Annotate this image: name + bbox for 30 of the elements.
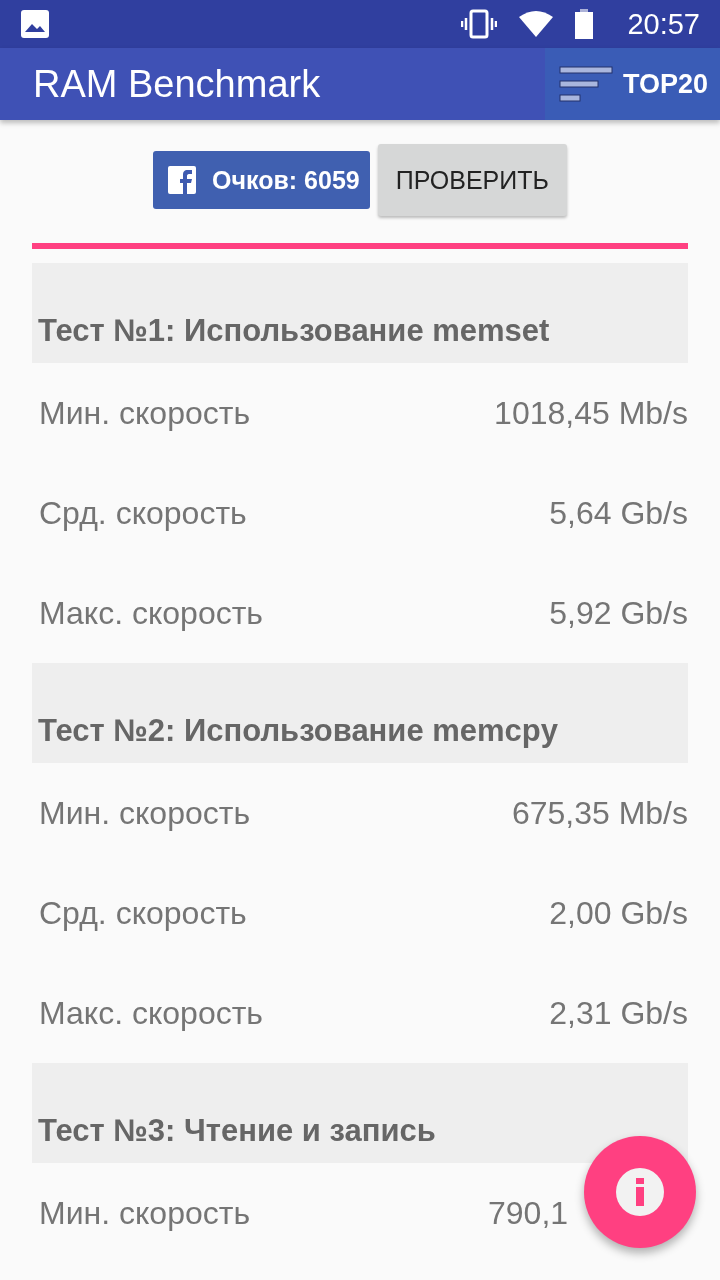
metric-label: Срд. скорость [39, 894, 247, 932]
check-button[interactable]: ПРОВЕРИТЬ [377, 144, 567, 216]
metric-value: 2,31 Gb/s [549, 994, 688, 1032]
info-icon [616, 1168, 664, 1216]
info-button[interactable] [584, 1136, 696, 1248]
bars-icon [559, 66, 613, 102]
metric-label: Макс. скорость [39, 994, 264, 1032]
image-icon [20, 9, 50, 39]
metric-label: Мин. скорость [39, 794, 251, 832]
section-header: Тест №1: Использование memset [32, 263, 688, 363]
section-header: Тест №3: Чтение и запись [32, 1063, 688, 1163]
metric-value: 1018,45 Mb/s [494, 394, 688, 432]
section-header: Тест №2: Использование memcpy [32, 663, 688, 763]
facebook-icon [168, 166, 197, 194]
metric-value: 5,92 Gb/s [549, 594, 688, 632]
metric-value: 675,35 Mb/s [511, 794, 688, 832]
vibrate-icon [461, 9, 498, 39]
metric-label: Макс. скорость [39, 594, 264, 632]
battery-icon [575, 9, 594, 39]
metric-value: 790,1 [488, 1194, 570, 1232]
wifi-icon [519, 11, 554, 37]
top20-button[interactable]: TOP20 [545, 48, 720, 120]
metric-value: 2,00 Gb/s [549, 894, 688, 932]
metric-label: Срд. скорость [39, 494, 247, 532]
app-title: RAM Benchmark [33, 62, 322, 106]
metric-value: 5,64 Gb/s [549, 494, 688, 532]
clock: 20:57 [627, 7, 700, 41]
metric-label: Мин. скорость [39, 394, 251, 432]
metric-label: Мин. скорость [39, 1194, 251, 1232]
score-button[interactable]: Очков: 6059 [153, 151, 370, 209]
